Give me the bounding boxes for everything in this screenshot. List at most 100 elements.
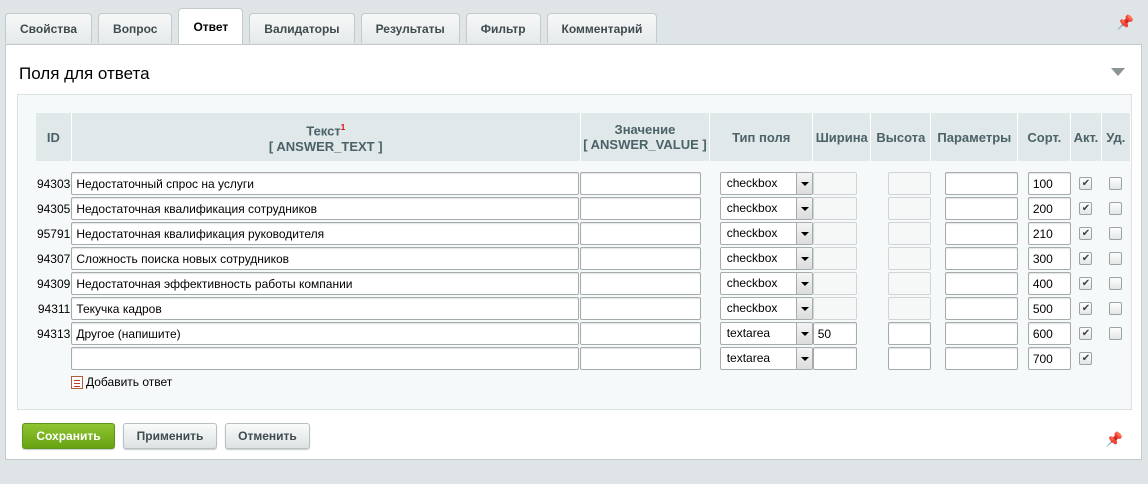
delete-checkbox[interactable] [1109, 227, 1123, 240]
field-height-input[interactable] [887, 297, 931, 320]
field-height-input[interactable] [887, 247, 931, 270]
field-height-input[interactable] [887, 272, 931, 295]
field-type-select[interactable]: textarea [719, 347, 813, 370]
apply-button[interactable]: Применить [123, 423, 217, 449]
field-params-input[interactable] [944, 172, 1018, 195]
answer-value-input[interactable] [580, 172, 702, 195]
field-params-input[interactable] [944, 272, 1018, 295]
field-type-select[interactable]: checkbox [719, 272, 813, 295]
sort-input[interactable] [1027, 322, 1071, 345]
field-type-value: checkbox [726, 276, 778, 290]
row-id: 94311 [37, 301, 71, 316]
tab-1[interactable]: Вопрос [98, 13, 173, 43]
cancel-button[interactable]: Отменить [225, 423, 310, 449]
answer-value-input[interactable] [580, 247, 702, 270]
field-type-value: checkbox [726, 251, 778, 265]
field-params-input[interactable] [944, 347, 1018, 370]
field-params-input[interactable] [944, 297, 1018, 320]
active-checkbox[interactable]: ✔ [1079, 302, 1093, 315]
tab-2[interactable]: Ответ [178, 8, 244, 44]
field-type-select[interactable]: checkbox [719, 172, 813, 195]
answer-text-input[interactable] [71, 322, 580, 345]
field-params-input[interactable] [944, 247, 1018, 270]
active-checkbox[interactable]: ✔ [1079, 327, 1093, 340]
field-width-input[interactable] [812, 297, 857, 320]
pin-bottom-icon[interactable]: 📌 [1106, 431, 1123, 448]
field-params-input[interactable] [944, 222, 1018, 245]
answer-value-input[interactable] [580, 272, 702, 295]
collapse-arrow-icon[interactable] [1111, 68, 1125, 76]
active-checkbox[interactable]: ✔ [1079, 277, 1093, 290]
chevron-down-icon[interactable] [795, 348, 812, 369]
active-checkbox[interactable]: ✔ [1079, 177, 1093, 190]
delete-checkbox[interactable] [1109, 202, 1123, 215]
sort-input[interactable] [1027, 272, 1071, 295]
sort-input[interactable] [1027, 347, 1071, 370]
tab-0[interactable]: Свойства [5, 13, 93, 43]
answer-text-input[interactable] [71, 247, 580, 270]
field-width-input[interactable] [812, 322, 857, 345]
sort-input[interactable] [1027, 197, 1071, 220]
answer-value-input[interactable] [580, 322, 702, 345]
answer-text-input[interactable] [71, 197, 580, 220]
field-height-input[interactable] [887, 347, 931, 370]
chevron-down-icon[interactable] [795, 323, 812, 344]
chevron-down-icon[interactable] [795, 173, 812, 194]
answer-text-input[interactable] [71, 172, 580, 195]
answer-text-input[interactable] [71, 297, 580, 320]
delete-checkbox[interactable] [1109, 277, 1123, 290]
add-answer-link[interactable]: Добавить ответ [71, 375, 172, 389]
tab-5[interactable]: Фильтр [465, 13, 541, 43]
field-height-input[interactable] [887, 197, 931, 220]
section-title: Поля для ответа [19, 64, 150, 83]
chevron-down-icon[interactable] [795, 298, 812, 319]
active-checkbox[interactable]: ✔ [1079, 202, 1093, 215]
field-type-select[interactable]: checkbox [719, 247, 813, 270]
answer-value-input[interactable] [580, 297, 702, 320]
field-height-input[interactable] [887, 222, 931, 245]
pin-icon[interactable]: 📌 [1117, 14, 1134, 31]
answer-text-input[interactable] [71, 272, 580, 295]
delete-checkbox[interactable] [1109, 252, 1123, 265]
field-width-input[interactable] [812, 247, 857, 270]
sort-input[interactable] [1027, 297, 1071, 320]
field-width-input[interactable] [812, 272, 857, 295]
sort-input[interactable] [1027, 247, 1071, 270]
field-params-input[interactable] [944, 322, 1018, 345]
active-checkbox[interactable]: ✔ [1079, 352, 1093, 365]
delete-checkbox[interactable] [1109, 327, 1123, 340]
field-height-input[interactable] [887, 172, 931, 195]
chevron-down-icon[interactable] [795, 223, 812, 244]
save-button[interactable]: Сохранить [22, 423, 115, 449]
field-width-input[interactable] [812, 347, 857, 370]
table-row: 95791 checkbox ✔ [36, 221, 1131, 246]
answer-value-input[interactable] [580, 197, 702, 220]
sort-input[interactable] [1027, 172, 1071, 195]
tab-6[interactable]: Комментарий [546, 13, 658, 43]
delete-checkbox[interactable] [1109, 177, 1123, 190]
field-height-input[interactable] [887, 322, 931, 345]
answer-text-input[interactable] [71, 222, 580, 245]
answer-value-input[interactable] [580, 222, 702, 245]
field-type-select[interactable]: checkbox [719, 197, 813, 220]
answer-text-input[interactable] [71, 347, 580, 370]
field-type-value: checkbox [726, 226, 778, 240]
field-width-input[interactable] [812, 172, 857, 195]
table-row: 94311 checkbox ✔ [36, 296, 1131, 321]
delete-checkbox[interactable] [1109, 302, 1123, 315]
tab-4[interactable]: Результаты [360, 13, 460, 43]
tab-3[interactable]: Валидаторы [249, 13, 355, 43]
field-width-input[interactable] [812, 197, 857, 220]
field-type-select[interactable]: checkbox [719, 222, 813, 245]
chevron-down-icon[interactable] [795, 198, 812, 219]
answer-value-input[interactable] [580, 347, 702, 370]
chevron-down-icon[interactable] [795, 273, 812, 294]
active-checkbox[interactable]: ✔ [1079, 252, 1093, 265]
chevron-down-icon[interactable] [795, 248, 812, 269]
sort-input[interactable] [1027, 222, 1071, 245]
active-checkbox[interactable]: ✔ [1079, 227, 1093, 240]
field-type-select[interactable]: textarea [719, 322, 813, 345]
field-type-select[interactable]: checkbox [719, 297, 813, 320]
field-width-input[interactable] [812, 222, 857, 245]
field-params-input[interactable] [944, 197, 1018, 220]
